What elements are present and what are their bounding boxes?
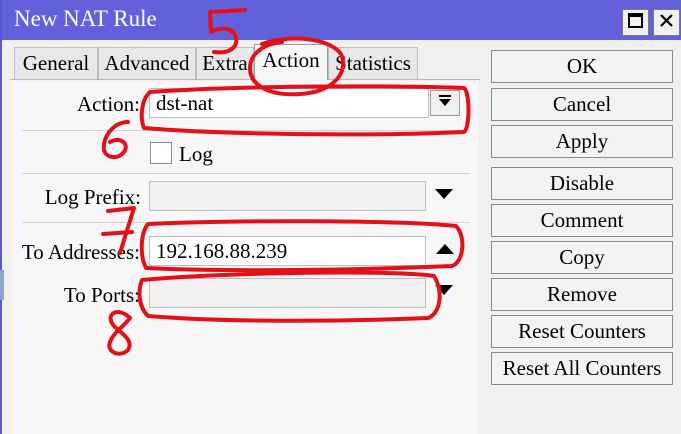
reset-all-counters-button[interactable]: Reset All Counters bbox=[491, 352, 673, 385]
tab-action[interactable]: Action bbox=[254, 44, 328, 80]
separator bbox=[22, 222, 470, 223]
disable-button[interactable]: Disable bbox=[491, 167, 673, 200]
action-dropdown-button[interactable] bbox=[430, 90, 460, 116]
triangle-down-icon bbox=[434, 187, 454, 205]
to-ports-input[interactable] bbox=[149, 278, 426, 308]
close-button[interactable] bbox=[653, 9, 680, 36]
title-bar: New NAT Rule bbox=[2, 0, 681, 40]
tab-strip: General Advanced Extra Statistics Action bbox=[10, 44, 480, 80]
log-prefix-input[interactable] bbox=[149, 181, 426, 211]
maximize-icon bbox=[628, 12, 643, 33]
action-label: Action: bbox=[77, 92, 140, 116]
to-ports-label: To Ports: bbox=[63, 283, 140, 307]
tab-extra[interactable]: Extra bbox=[196, 47, 254, 79]
action-select[interactable]: dst-nat bbox=[149, 88, 429, 118]
window-title: New NAT Rule bbox=[14, 6, 157, 31]
to-addresses-input[interactable]: 192.168.88.239 bbox=[149, 236, 426, 266]
triangle-down-icon bbox=[434, 283, 454, 301]
remove-button[interactable]: Remove bbox=[491, 278, 673, 311]
ok-button[interactable]: OK bbox=[491, 50, 673, 83]
log-checkbox[interactable] bbox=[150, 142, 172, 164]
log-label: Log bbox=[179, 142, 213, 166]
tab-general[interactable]: General bbox=[14, 47, 98, 79]
apply-button[interactable]: Apply bbox=[491, 125, 673, 158]
dropdown-arrow-icon bbox=[437, 94, 453, 113]
separator bbox=[22, 173, 470, 174]
background-window-edge bbox=[0, 270, 4, 300]
tab-statistics[interactable]: Statistics bbox=[328, 47, 418, 79]
action-tab-panel: Action: dst-nat Log Log Prefix: To Addre… bbox=[12, 81, 479, 434]
log-prefix-expand-button[interactable] bbox=[431, 185, 457, 207]
comment-button[interactable]: Comment bbox=[491, 204, 673, 237]
copy-button[interactable]: Copy bbox=[491, 241, 673, 274]
separator bbox=[22, 130, 470, 131]
to-ports-expand-button[interactable] bbox=[431, 281, 457, 303]
maximize-button[interactable] bbox=[622, 9, 649, 36]
cancel-button[interactable]: Cancel bbox=[491, 88, 673, 121]
tab-advanced[interactable]: Advanced bbox=[98, 47, 196, 79]
close-icon bbox=[659, 13, 674, 33]
new-nat-rule-window: New NAT Rule General Advanced Extra Stat… bbox=[0, 0, 681, 434]
to-addresses-label: To Addresses: bbox=[21, 240, 140, 264]
reset-counters-button[interactable]: Reset Counters bbox=[491, 315, 673, 348]
triangle-up-icon bbox=[435, 242, 455, 260]
to-addresses-collapse-button[interactable] bbox=[432, 240, 458, 262]
log-prefix-label: Log Prefix: bbox=[44, 185, 141, 209]
